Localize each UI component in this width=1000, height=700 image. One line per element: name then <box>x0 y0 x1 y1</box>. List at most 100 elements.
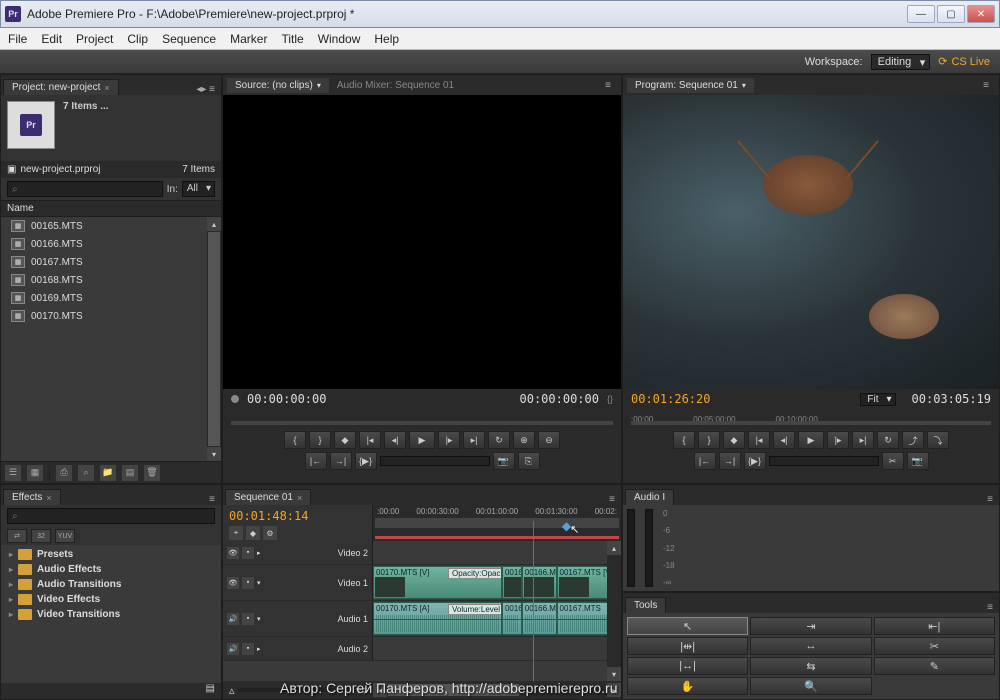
program-tab[interactable]: Program: Sequence 01 ▾ <box>627 78 754 93</box>
workspace-dropdown[interactable]: Editing <box>871 54 931 70</box>
bin-item[interactable]: ▦00167.MTS <box>1 253 221 271</box>
32bit-badge[interactable]: 32 <box>31 529 51 543</box>
new-bin-icon[interactable]: 📁 <box>100 465 116 481</box>
timeline-ruler[interactable]: :00:00 00:00:30:00 00:01:00:00 00:01:30:… <box>373 505 621 541</box>
panel-menu-icon[interactable]: ≡ <box>977 80 995 91</box>
loop-button[interactable]: ↻ <box>877 431 899 449</box>
work-area-bar[interactable] <box>375 536 619 539</box>
play-inout-button[interactable]: {▶} <box>744 452 766 470</box>
lock-icon[interactable]: ▪ <box>242 577 254 589</box>
effects-folder-audio-effects[interactable]: ▸Audio Effects <box>1 562 221 577</box>
step-back-button[interactable]: ◂| <box>384 431 406 449</box>
snap-icon[interactable]: ⌖ <box>229 526 243 540</box>
source-ruler[interactable] <box>223 409 621 429</box>
timeline-timecode[interactable]: 00:01:48:14 <box>229 509 366 523</box>
timeline-clip[interactable]: 00166.MTS [V] <box>522 566 557 599</box>
program-ruler[interactable]: :00:00 00:05:00:00 00:10:00:00 <box>623 409 999 429</box>
trash-icon[interactable]: 🗑 <box>144 465 160 481</box>
menu-file[interactable]: File <box>8 32 27 46</box>
new-bin-icon[interactable]: ▤ <box>206 683 215 699</box>
menu-window[interactable]: Window <box>318 32 361 46</box>
panel-menu-icon[interactable]: ◂▸ ≡ <box>190 84 221 95</box>
eye-icon[interactable]: 👁 <box>227 547 239 559</box>
timeline-clip[interactable]: 00170.MTS [A]Volume:Level <box>373 602 502 635</box>
speaker-icon[interactable]: 🔊 <box>227 643 239 655</box>
settings-icon[interactable]: ⚙ <box>263 526 277 540</box>
mark-out-button[interactable]: } <box>309 431 331 449</box>
yuv-badge[interactable]: YUV <box>55 529 75 543</box>
project-tab[interactable]: Project: new-project× <box>3 79 119 95</box>
project-scrollbar[interactable]: ▴▾ <box>207 217 221 461</box>
effects-folder-audio-transitions[interactable]: ▸Audio Transitions <box>1 577 221 592</box>
timeline-clip[interactable]: 00166.MTS <box>522 602 557 635</box>
goto-out-button[interactable]: →| <box>719 452 741 470</box>
icon-view-icon[interactable]: ▦ <box>27 465 43 481</box>
lock-icon[interactable]: ▪ <box>242 643 254 655</box>
tool-zoom[interactable]: 🔍 <box>750 677 871 695</box>
lift-button[interactable]: ⤴ <box>902 431 924 449</box>
cs-live-button[interactable]: ⟳ CS Live <box>938 55 990 68</box>
close-icon[interactable]: × <box>104 83 109 93</box>
panel-menu-icon[interactable]: ≡ <box>203 494 221 505</box>
timeline-clip[interactable]: 00170.MTS [V]Opacity:Opacity <box>373 566 502 599</box>
play-inout-button[interactable]: {▶} <box>355 452 377 470</box>
audio-mixer-tab[interactable]: Audio Mixer: Sequence 01 <box>329 78 462 93</box>
loop-button[interactable]: ↻ <box>488 431 510 449</box>
automate-icon[interactable]: ⎙ <box>56 465 72 481</box>
close-icon[interactable]: × <box>46 493 51 503</box>
source-viewport[interactable] <box>223 95 621 389</box>
menu-marker[interactable]: Marker <box>230 32 267 46</box>
goto-in-button[interactable]: |← <box>305 452 327 470</box>
menu-sequence[interactable]: Sequence <box>162 32 216 46</box>
export-frame-button[interactable]: 📷 <box>907 452 929 470</box>
chevron-down-icon[interactable]: ▾ <box>742 81 746 90</box>
panel-menu-icon[interactable]: ≡ <box>599 80 617 91</box>
playhead[interactable] <box>533 521 534 681</box>
play-button[interactable]: ▶ <box>798 431 824 449</box>
goto-next-button[interactable]: ▸| <box>463 431 485 449</box>
timeline-clip[interactable]: 00165.M <box>502 566 522 599</box>
effects-folder-video-effects[interactable]: ▸Video Effects <box>1 592 221 607</box>
step-back-button[interactable]: ◂| <box>773 431 795 449</box>
tool-rolling-edit[interactable]: |⇹| <box>627 637 748 655</box>
insert-button[interactable]: ⊕ <box>513 431 535 449</box>
menu-edit[interactable]: Edit <box>41 32 62 46</box>
tool-slide[interactable]: ⇆ <box>750 657 871 675</box>
project-name-column[interactable]: Name <box>1 200 221 217</box>
bin-item[interactable]: ▦00168.MTS <box>1 271 221 289</box>
lock-icon[interactable]: ▪ <box>242 613 254 625</box>
bin-item[interactable]: ▦00165.MTS <box>1 217 221 235</box>
overwrite-button[interactable]: ⊖ <box>538 431 560 449</box>
track-head-v2[interactable]: 👁▪▸Video 2 <box>223 541 373 564</box>
jog-wheel[interactable] <box>769 456 879 466</box>
program-zoom-dropdown[interactable]: Fit <box>860 393 895 406</box>
menu-clip[interactable]: Clip <box>127 32 148 46</box>
track-head-a2[interactable]: 🔊▪▸Audio 2 <box>223 637 373 660</box>
goto-prev-button[interactable]: |◂ <box>748 431 770 449</box>
timeline-clip[interactable]: 00165.M <box>502 602 522 635</box>
source-tab[interactable]: Source: (no clips) ▾ <box>227 78 329 93</box>
speaker-icon[interactable]: 🔊 <box>227 613 239 625</box>
effect-label[interactable]: Volume:Level <box>448 604 502 615</box>
find-icon[interactable]: ⌕ <box>78 465 94 481</box>
tool-hand[interactable]: ✋ <box>627 677 748 695</box>
jog-wheel[interactable] <box>380 456 490 466</box>
effect-label[interactable]: Opacity:Opacity <box>448 568 502 579</box>
trim-button[interactable]: ✂ <box>882 452 904 470</box>
marker-icon[interactable]: ◆ <box>246 526 260 540</box>
tools-tab[interactable]: Tools <box>625 597 666 613</box>
lock-icon[interactable]: ▪ <box>242 547 254 559</box>
goto-next-button[interactable]: ▸| <box>852 431 874 449</box>
set-marker-button[interactable]: ◆ <box>334 431 356 449</box>
track-head-v1[interactable]: 👁▪▾Video 1 <box>223 565 373 600</box>
menu-help[interactable]: Help <box>374 32 399 46</box>
bin-item[interactable]: ▦00166.MTS <box>1 235 221 253</box>
goto-prev-button[interactable]: |◂ <box>359 431 381 449</box>
set-marker-button[interactable]: ◆ <box>723 431 745 449</box>
eye-icon[interactable]: 👁 <box>227 577 239 589</box>
mark-in-button[interactable]: { <box>284 431 306 449</box>
panel-menu-icon[interactable]: ≡ <box>981 494 999 505</box>
effects-search-input[interactable] <box>7 508 215 524</box>
effects-folder-video-transitions[interactable]: ▸Video Transitions <box>1 607 221 622</box>
accelerated-badge[interactable]: ⇄ <box>7 529 27 543</box>
